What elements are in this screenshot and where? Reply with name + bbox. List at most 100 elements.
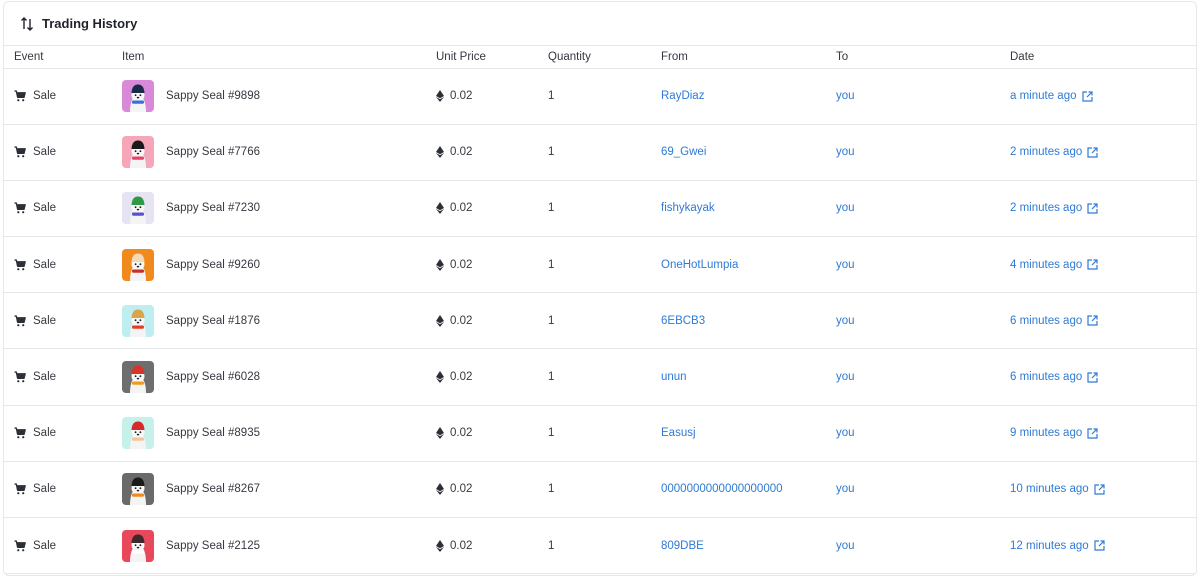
column-header-to: To [836,46,1010,69]
item-cell[interactable]: Sappy Seal #1876 [122,304,436,337]
nft-thumbnail[interactable] [122,529,154,562]
nft-thumbnail[interactable] [122,248,154,281]
shopping-cart-icon [14,539,26,552]
nft-thumbnail[interactable] [122,304,154,337]
item-name[interactable]: Sappy Seal #7230 [166,202,260,214]
nft-thumbnail[interactable] [122,80,154,113]
date-link[interactable]: 6 minutes ago [1010,315,1196,327]
quantity-value: 1 [548,258,555,271]
date-link[interactable]: 2 minutes ago [1010,146,1196,158]
item-cell[interactable]: Sappy Seal #8935 [122,417,436,450]
item-cell[interactable]: Sappy Seal #9898 [122,80,436,113]
panel-title: Trading History [42,16,138,31]
item-name[interactable]: Sappy Seal #8935 [166,427,260,439]
event-cell: Sale [14,540,122,552]
item-cell[interactable]: Sappy Seal #2125 [122,529,436,562]
from-user-link[interactable]: 6EBCB3 [661,315,705,327]
external-link-icon[interactable] [1094,484,1105,495]
to-user-link[interactable]: you [836,483,855,495]
event-label: Sale [33,314,57,327]
nft-thumbnail[interactable] [122,192,154,225]
date-link[interactable]: 2 minutes ago [1010,202,1196,214]
date-link[interactable]: 6 minutes ago [1010,371,1196,383]
external-link-icon[interactable] [1087,371,1098,383]
from-user-link[interactable]: fishykayak [661,202,715,214]
event-cell: Sale [14,315,122,327]
item-name[interactable]: Sappy Seal #8267 [166,483,260,495]
nft-thumbnail[interactable] [122,473,154,506]
unit-price-value: 0.02 [450,483,473,496]
date-label[interactable]: 2 minutes ago [1010,146,1082,158]
to-user-link[interactable]: you [836,371,855,383]
shopping-cart-icon [14,90,26,102]
from-user-link[interactable]: 809DBE [661,540,704,552]
from-user-link[interactable]: 69_Gwei [661,146,706,158]
to-user-link[interactable]: you [836,540,855,552]
date-link[interactable]: 12 minutes ago [1010,540,1196,552]
table-row[interactable]: Sale Sappy Seal #8267 0.02 1 00000000000… [4,461,1196,518]
event-label: Sale [33,258,57,271]
item-cell[interactable]: Sappy Seal #7766 [122,136,436,169]
quantity-value: 1 [548,314,555,327]
to-user-link[interactable]: you [836,315,855,327]
item-name[interactable]: Sappy Seal #1876 [166,315,260,327]
table-row[interactable]: Sale Sappy Seal #9260 0.02 1 OneHotLumpi… [4,237,1196,293]
nft-thumbnail[interactable] [122,136,154,169]
item-name[interactable]: Sappy Seal #2125 [166,540,260,552]
item-name[interactable]: Sappy Seal #6028 [166,371,260,383]
date-link[interactable]: a minute ago [1010,90,1196,102]
external-link-icon[interactable] [1087,315,1098,326]
unit-price-value: 0.02 [450,90,473,103]
date-link[interactable]: 9 minutes ago [1010,427,1196,439]
to-user-link[interactable]: you [836,202,855,214]
date-link[interactable]: 10 minutes ago [1010,483,1196,495]
trading-history-panel: Trading History Event Item Unit Price Qu… [3,1,1197,576]
external-link-icon[interactable] [1087,428,1098,439]
shopping-cart-icon [14,427,26,439]
nft-thumbnail[interactable] [122,417,154,450]
date-label[interactable]: 12 minutes ago [1010,540,1089,552]
event-label: Sale [33,90,57,103]
external-link-icon[interactable] [1094,540,1105,551]
table-row[interactable]: Sale Sappy Seal #9898 0.02 1 RayDiaz you… [4,68,1196,125]
table-row[interactable]: Sale Sappy Seal #7766 0.02 1 69_Gwei you… [4,124,1196,181]
date-label[interactable]: 2 minutes ago [1010,202,1082,214]
to-user-link[interactable]: you [836,259,855,271]
ethereum-icon [436,146,444,159]
table-row[interactable]: Sale Sappy Seal #1876 0.02 1 6EBCB3 you … [4,293,1196,349]
item-cell[interactable]: Sappy Seal #6028 [122,361,436,394]
ethereum-icon [436,314,444,327]
to-user-link[interactable]: you [836,427,855,439]
from-user-link[interactable]: RayDiaz [661,90,704,102]
shopping-cart-icon [14,202,26,214]
item-cell[interactable]: Sappy Seal #9260 [122,248,436,281]
item-name[interactable]: Sappy Seal #9898 [166,90,260,102]
date-label[interactable]: 9 minutes ago [1010,427,1082,439]
table-row[interactable]: Sale Sappy Seal #2125 0.02 1 809DBE you … [4,518,1196,574]
item-name[interactable]: Sappy Seal #7766 [166,146,260,158]
nft-thumbnail[interactable] [122,361,154,394]
item-name[interactable]: Sappy Seal #9260 [166,259,260,271]
panel-header[interactable]: Trading History [4,2,1196,46]
table-row[interactable]: Sale Sappy Seal #7230 0.02 1 fishykayak … [4,180,1196,237]
table-row[interactable]: Sale Sappy Seal #8935 0.02 1 Easusj you … [4,405,1196,462]
date-label[interactable]: 6 minutes ago [1010,371,1082,383]
external-link-icon[interactable] [1081,90,1093,102]
to-user-link[interactable]: you [836,90,855,102]
to-user-link[interactable]: you [836,146,855,158]
item-cell[interactable]: Sappy Seal #8267 [122,473,436,506]
from-user-link[interactable]: Easusj [661,427,696,439]
date-label[interactable]: 6 minutes ago [1010,315,1082,327]
item-cell[interactable]: Sappy Seal #7230 [122,192,436,225]
table-row[interactable]: Sale Sappy Seal #6028 0.02 1 unun you 6 … [4,349,1196,406]
external-link-icon[interactable] [1087,147,1098,158]
date-label[interactable]: a minute ago [1010,90,1077,102]
from-user-link[interactable]: OneHotLumpia [661,259,738,271]
external-link-icon[interactable] [1087,259,1098,270]
date-label[interactable]: 10 minutes ago [1010,483,1089,495]
external-link-icon[interactable] [1087,203,1098,214]
date-link[interactable]: 4 minutes ago [1010,259,1196,271]
from-user-link[interactable]: unun [661,371,687,383]
date-label[interactable]: 4 minutes ago [1010,259,1082,271]
from-user-link[interactable]: 0000000000000000000 [661,483,783,495]
